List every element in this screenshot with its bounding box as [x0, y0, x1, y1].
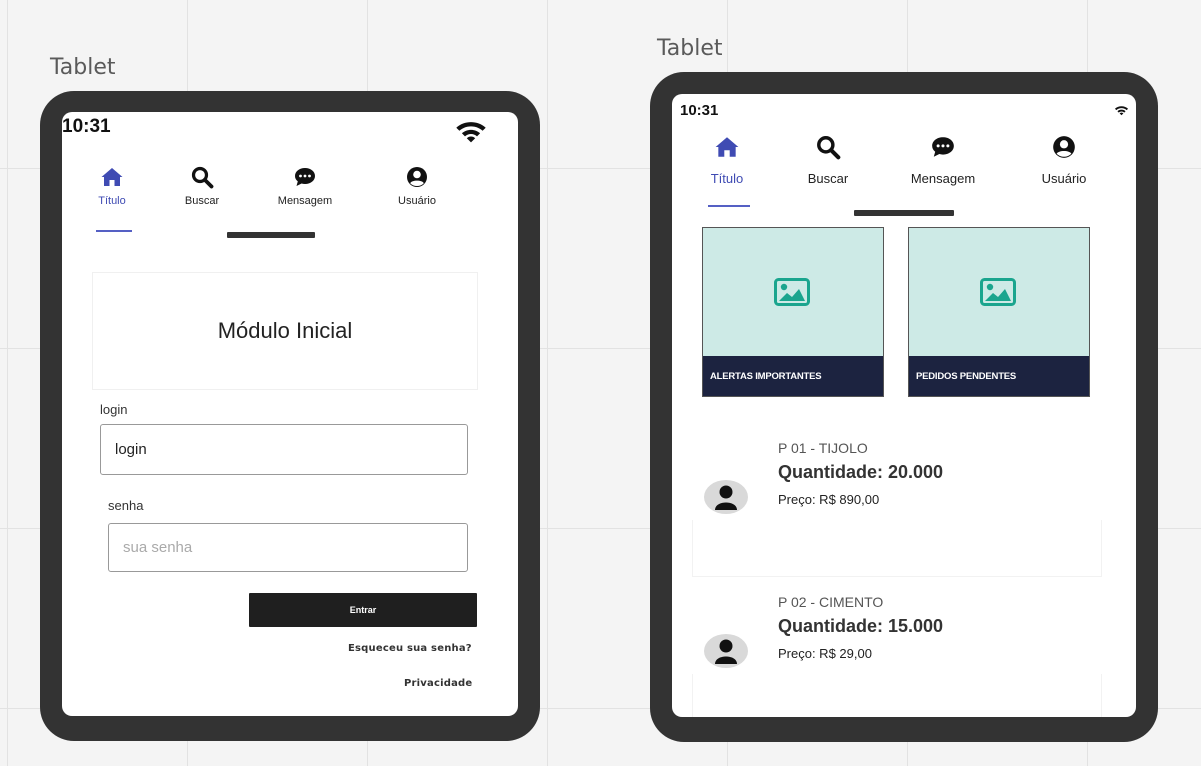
tab-label: Título [98, 195, 126, 207]
tab-titulo[interactable]: Título [92, 165, 132, 207]
tile-label: ALERTAS IMPORTANTES [703, 356, 883, 396]
tab-mensagem[interactable]: Mensagem [898, 134, 988, 186]
user-circle-icon [1051, 134, 1077, 160]
page-title: Módulo Inicial [92, 272, 478, 390]
tab-label: Título [710, 171, 744, 186]
tab-label: Buscar [184, 195, 220, 207]
card-background [692, 674, 1102, 717]
list-item[interactable]: P 02 - CIMENTO Quantidade: 15.000 Preço:… [692, 594, 1102, 717]
avatar [704, 634, 748, 668]
image-icon [980, 278, 1016, 306]
search-icon [190, 165, 214, 189]
drag-handle[interactable] [854, 210, 954, 216]
tab-label: Mensagem [277, 195, 333, 207]
home-icon [100, 165, 124, 189]
product-code: P 01 - TIJOLO [778, 440, 868, 456]
tab-mensagem[interactable]: Mensagem [260, 165, 350, 207]
login-input[interactable]: login [100, 424, 468, 475]
product-quantity: Quantidade: 20.000 [778, 462, 944, 482]
tile-alertas[interactable]: ALERTAS IMPORTANTES [702, 227, 884, 397]
product-price: Preço: R$ 29,00 [778, 646, 872, 661]
status-time: 10:31 [680, 102, 719, 119]
product-quantity: Quantidade: 15.000 [778, 616, 944, 636]
tab-titulo[interactable]: Título [702, 134, 752, 186]
password-input[interactable]: sua senha [108, 523, 468, 572]
tablet-screen: 10:31 Título Buscar Mensagem Usuário Mód… [62, 112, 518, 716]
chat-icon [293, 165, 317, 189]
chat-icon [930, 134, 956, 160]
tab-label: Mensagem [910, 171, 976, 186]
wifi-icon [454, 120, 488, 148]
enter-button[interactable]: Entrar [249, 593, 477, 627]
tile-pedidos[interactable]: PEDIDOS PENDENTES [908, 227, 1090, 397]
card-background [692, 520, 1102, 577]
active-tab-indicator [708, 205, 750, 207]
tablet-frame: 10:31 Título Buscar Mensagem Usuário Mód… [40, 91, 540, 741]
tab-buscar[interactable]: Buscar [172, 165, 232, 207]
frame-label: Tablet [50, 55, 116, 80]
user-circle-icon [405, 165, 429, 189]
list-item[interactable]: P 01 - TIJOLO Quantidade: 20.000 Preço: … [692, 440, 1102, 577]
product-price: Preço: R$ 890,00 [778, 492, 880, 507]
password-label: senha [108, 498, 144, 513]
tablet-frame: 10:31 Título Buscar Mensagem Usuário ALE… [650, 72, 1158, 742]
image-icon [774, 278, 810, 306]
tab-label: Buscar [807, 171, 849, 186]
frame-label: Tablet [657, 36, 723, 61]
tile-label: PEDIDOS PENDENTES [909, 356, 1089, 396]
drag-handle[interactable] [227, 232, 315, 238]
tab-buscar[interactable]: Buscar [798, 134, 858, 186]
avatar [704, 480, 748, 514]
tab-usuario[interactable]: Usuário [1024, 134, 1104, 186]
product-code: P 02 - CIMENTO [778, 594, 884, 610]
status-time: 10:31 [62, 116, 111, 137]
forgot-password-link[interactable]: Esqueceu sua senha? [348, 643, 472, 654]
wifi-icon [1114, 105, 1129, 118]
home-icon [714, 134, 740, 160]
tab-label: Usuário [1041, 171, 1087, 186]
tablet-screen: 10:31 Título Buscar Mensagem Usuário ALE… [672, 94, 1136, 717]
tab-label: Usuário [398, 195, 436, 207]
active-tab-indicator [96, 230, 132, 232]
login-label: login [100, 402, 128, 417]
search-icon [815, 134, 841, 160]
privacy-link[interactable]: Privacidade [404, 678, 472, 689]
tab-usuario[interactable]: Usuário [382, 165, 452, 207]
